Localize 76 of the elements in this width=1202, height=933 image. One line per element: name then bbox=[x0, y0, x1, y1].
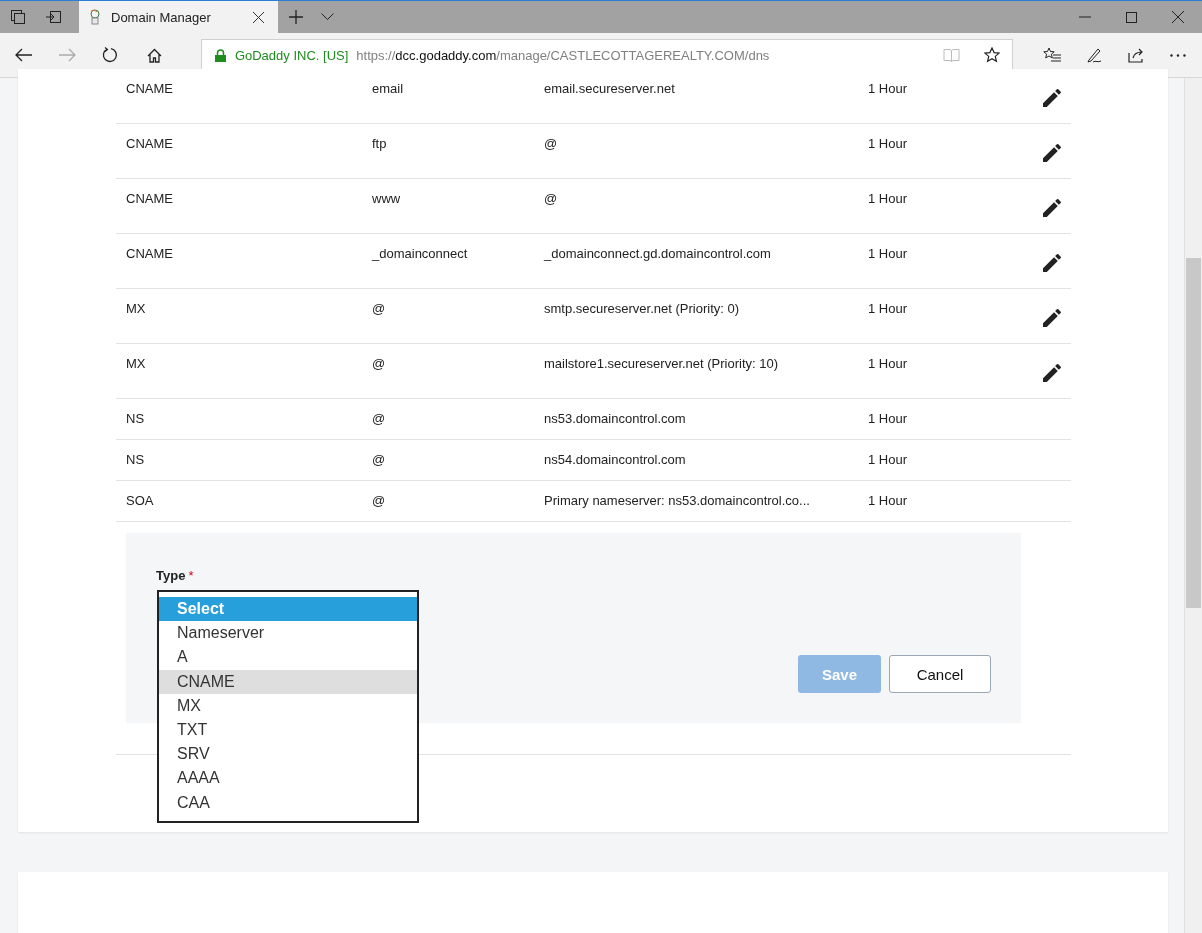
type-dropdown-list[interactable]: Select Nameserver A CNAME MX TXT SRV AAAA CAA bbox=[157, 590, 419, 823]
share-icon[interactable] bbox=[1128, 47, 1146, 63]
record-name: @ bbox=[372, 411, 386, 426]
pencil-icon[interactable] bbox=[1040, 361, 1064, 385]
pencil-icon[interactable] bbox=[1040, 306, 1064, 330]
favorites-icon[interactable] bbox=[1043, 47, 1062, 63]
cancel-button[interactable]: Cancel bbox=[889, 655, 991, 693]
record-name: www bbox=[372, 191, 401, 206]
record-type: CNAME bbox=[126, 246, 173, 261]
record-name: _domainconnect bbox=[372, 246, 468, 261]
record-name: @ bbox=[372, 356, 386, 371]
lock-icon bbox=[214, 48, 226, 62]
record-ttl: 1 Hour bbox=[868, 411, 908, 426]
scrollbar[interactable] bbox=[1184, 78, 1202, 933]
type-label: Type bbox=[156, 568, 186, 583]
record-value: Primary nameserver: ns53.domaincontrol.co... bbox=[544, 493, 810, 508]
record-name: ftp bbox=[372, 136, 387, 151]
record-name: @ bbox=[372, 301, 386, 316]
scrollbar-thumb[interactable] bbox=[1186, 258, 1201, 608]
required-mark: * bbox=[188, 568, 194, 583]
dropdown-option[interactable]: Nameserver bbox=[159, 621, 417, 646]
pencil-icon[interactable] bbox=[1040, 196, 1064, 220]
record-ttl: 1 Hour bbox=[868, 246, 908, 261]
site-identity: GoDaddy INC. [US] bbox=[234, 47, 349, 63]
record-ttl: 1 Hour bbox=[868, 493, 908, 508]
home-icon[interactable] bbox=[146, 47, 162, 63]
chevron-down-icon[interactable] bbox=[321, 13, 334, 21]
record-value: @ bbox=[544, 191, 558, 206]
star-icon[interactable] bbox=[984, 47, 1001, 63]
dropdown-option[interactable]: CAA bbox=[159, 790, 417, 815]
record-name: @ bbox=[372, 452, 386, 467]
pencil-icon[interactable] bbox=[1040, 251, 1064, 275]
record-ttl: 1 Hour bbox=[868, 356, 908, 371]
record-ttl: 1 Hour bbox=[868, 191, 908, 206]
record-value: ns54.domaincontrol.com bbox=[544, 452, 686, 467]
record-type: CNAME bbox=[126, 136, 173, 151]
more-icon[interactable] bbox=[1170, 53, 1187, 57]
maximize-icon[interactable] bbox=[1126, 11, 1137, 23]
dropdown-option[interactable]: SRV bbox=[159, 742, 417, 767]
dropdown-option[interactable]: MX bbox=[159, 693, 417, 718]
record-type: CNAME bbox=[126, 191, 173, 206]
record-ttl: 1 Hour bbox=[868, 136, 908, 151]
record-type: MX bbox=[126, 301, 146, 316]
record-type: MX bbox=[126, 356, 146, 371]
dropdown-option[interactable]: A bbox=[159, 645, 417, 670]
record-type: NS bbox=[126, 411, 145, 426]
back-arrow-icon[interactable] bbox=[15, 48, 32, 62]
favicon-icon bbox=[89, 9, 101, 25]
record-name: email bbox=[372, 81, 404, 96]
tab-manager-icon[interactable] bbox=[11, 10, 25, 24]
close-tab-icon[interactable] bbox=[253, 11, 264, 23]
record-type: CNAME bbox=[126, 81, 173, 96]
record-value: @ bbox=[544, 136, 558, 151]
browser-tab[interactable]: Domain Manager bbox=[79, 1, 278, 33]
pencil-icon[interactable] bbox=[1040, 141, 1064, 165]
record-name: @ bbox=[372, 493, 386, 508]
new-tab-icon[interactable] bbox=[289, 10, 303, 24]
record-type: SOA bbox=[126, 493, 154, 508]
address-bar[interactable]: GoDaddy INC. [US] https://dcc.godaddy.com/manage/CASTLECOTTAGEREALTY.COM/dns bbox=[200, 39, 1014, 71]
dropdown-option[interactable]: TXT bbox=[159, 717, 417, 743]
dropdown-option[interactable]: CNAME bbox=[159, 669, 417, 694]
set-aside-tabs-icon[interactable] bbox=[46, 11, 61, 23]
record-ttl: 1 Hour bbox=[868, 452, 908, 467]
close-icon[interactable] bbox=[1172, 11, 1184, 23]
record-ttl: 1 Hour bbox=[868, 81, 908, 96]
record-ttl: 1 Hour bbox=[868, 301, 908, 316]
refresh-icon[interactable] bbox=[101, 47, 118, 63]
record-type: NS bbox=[126, 452, 145, 467]
url-text: https://dcc.godaddy.com/manage/CASTLECOTTAGEREALTY.COM/dns bbox=[356, 47, 770, 63]
pencil-icon[interactable] bbox=[1040, 86, 1064, 110]
record-value: smtp.secureserver.net (Priority: 0) bbox=[544, 301, 740, 316]
record-value: email.secureserver.net bbox=[544, 81, 675, 96]
record-value: mailstore1.secureserver.net (Priority: 10) bbox=[544, 356, 779, 371]
record-value: ns53.domaincontrol.com bbox=[544, 411, 686, 426]
record-value: _domainconnect.gd.domaincontrol.com bbox=[544, 246, 771, 261]
dropdown-option[interactable]: AAAA bbox=[159, 766, 417, 791]
